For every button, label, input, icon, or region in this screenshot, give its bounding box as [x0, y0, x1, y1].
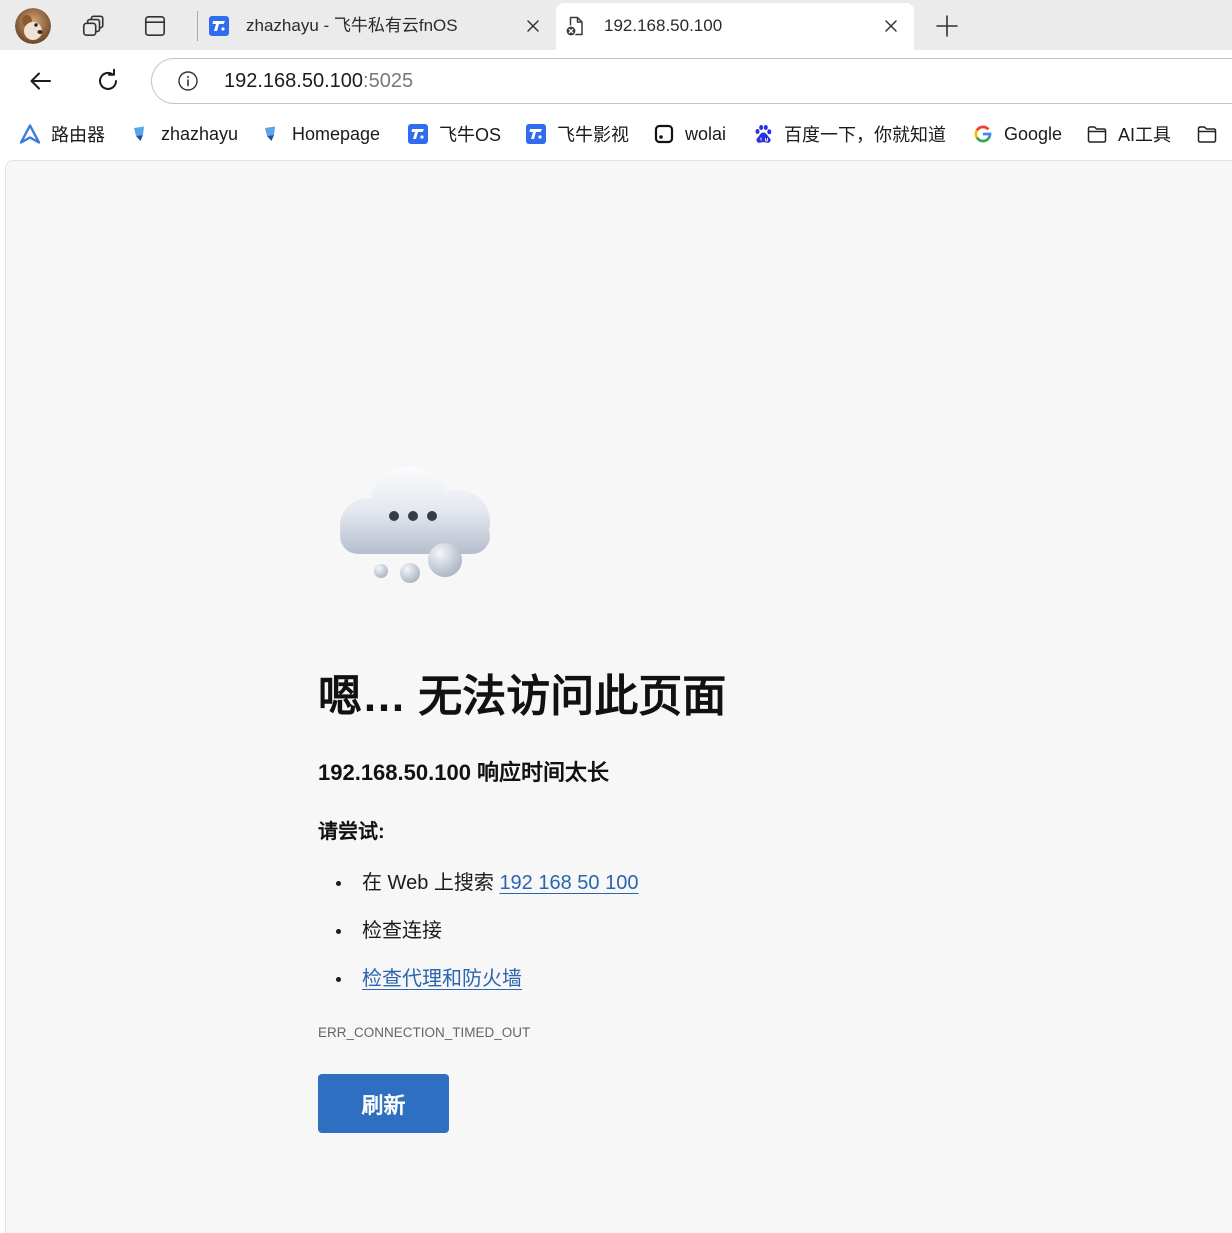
- back-button[interactable]: [27, 67, 55, 95]
- page-content: 嗯… 无法访问此页面 192.168.50.100 响应时间太长 请尝试: 在 …: [5, 160, 1232, 1233]
- bookmark-folder[interactable]: [1196, 112, 1218, 156]
- folder-icon: [1196, 123, 1218, 145]
- address-bar[interactable]: 192.168.50.100:5025: [151, 58, 1232, 104]
- plus-icon: [934, 13, 960, 39]
- bookmark-label: Google: [1004, 123, 1063, 144]
- tab-strip: zhazhayu - 飞牛私有云fnOS 192.168.50.100: [0, 0, 1232, 50]
- bookmark-zhazhayu[interactable]: zhazhayu: [129, 112, 238, 156]
- url-text[interactable]: 192.168.50.100:5025: [224, 59, 413, 103]
- bookmark-wolai[interactable]: wolai: [653, 112, 726, 156]
- router-icon: [19, 123, 41, 145]
- flag-icon: [260, 123, 282, 145]
- bookmark-label: 飞牛影视: [557, 125, 629, 145]
- close-icon[interactable]: [881, 16, 901, 36]
- suggestion-text: 在 Web 上搜索: [362, 872, 494, 894]
- error-code: ERR_CONNECTION_TIMED_OUT: [318, 1025, 531, 1040]
- list-item: 检查连接: [318, 917, 638, 945]
- tab-title: zhazhayu - 飞牛私有云fnOS: [246, 16, 458, 35]
- tab-active-192-168-50-100[interactable]: 192.168.50.100: [556, 3, 914, 50]
- error-subtitle: 192.168.50.100 响应时间太长: [318, 760, 610, 785]
- tab-actions-icon[interactable]: [142, 13, 168, 39]
- list-item: 检查代理和防火墙: [318, 965, 638, 993]
- bullet: [336, 929, 341, 934]
- bookmark-fnos-video[interactable]: 飞牛影视: [525, 112, 629, 156]
- back-arrow-icon: [27, 67, 55, 95]
- bookmark-label: 百度一下，你就知道: [784, 125, 946, 145]
- bullet: [336, 977, 341, 982]
- reload-button[interactable]: 刷新: [318, 1074, 449, 1133]
- bookmark-label: zhazhayu: [161, 123, 239, 144]
- bookmark-router[interactable]: 路由器: [19, 112, 105, 156]
- bookmark-label: wolai: [685, 123, 727, 144]
- bookmark-baidu[interactable]: 百度一下，你就知道: [752, 112, 946, 156]
- fnos-icon: [407, 123, 429, 145]
- bookmark-google[interactable]: Google: [972, 112, 1062, 156]
- tab-title: 192.168.50.100: [604, 16, 723, 35]
- bookmark-folder-ai-tools[interactable]: AI工具: [1086, 112, 1171, 156]
- new-tab-button[interactable]: [934, 13, 960, 39]
- bullet: [336, 881, 341, 886]
- list-item: 在 Web 上搜索 192 168 50 100: [318, 869, 638, 897]
- error-title: 嗯… 无法访问此页面: [318, 672, 727, 721]
- folder-icon: [1086, 123, 1108, 145]
- flag-icon: [129, 123, 151, 145]
- fnos-icon: [525, 123, 547, 145]
- fnos-icon: [208, 15, 230, 37]
- close-icon[interactable]: [523, 16, 543, 36]
- bookmark-label: AI工具: [1118, 125, 1172, 145]
- bookmark-fnos[interactable]: 飞牛OS: [407, 112, 501, 156]
- bookmark-label: 飞牛OS: [439, 125, 502, 145]
- try-label: 请尝试:: [318, 821, 385, 843]
- bookmark-label: Homepage: [292, 123, 381, 144]
- cloud-icon: [330, 460, 500, 590]
- bookmark-label: 路由器: [51, 125, 105, 145]
- search-web-link[interactable]: 192 168 50 100: [499, 872, 638, 894]
- bookmark-homepage[interactable]: Homepage: [260, 112, 380, 156]
- url-host: 192.168.50.100: [224, 70, 364, 92]
- tab-zhazhayu[interactable]: zhazhayu - 飞牛私有云fnOS: [204, 3, 554, 50]
- tab-separator: [197, 11, 198, 41]
- bookmarks-bar: 路由器 zhazhayu Homepage 飞牛OS 飞牛影视 wolai 百度…: [0, 112, 1232, 160]
- refresh-icon: [94, 67, 122, 95]
- suggestion-list: 在 Web 上搜索 192 168 50 100 检查连接 检查代理和防火墙: [318, 869, 638, 1013]
- info-icon[interactable]: [177, 70, 199, 92]
- workspaces-icon[interactable]: [80, 13, 106, 39]
- profile-avatar-icon[interactable]: [15, 8, 51, 44]
- google-icon: [972, 123, 994, 145]
- baidu-icon: [752, 123, 774, 145]
- page-error-icon: [564, 15, 586, 37]
- url-port: :5025: [363, 70, 414, 92]
- check-proxy-firewall-link[interactable]: 检查代理和防火墙: [362, 968, 522, 990]
- suggestion-text: 检查连接: [362, 920, 442, 942]
- wolai-icon: [653, 123, 675, 145]
- refresh-button[interactable]: [94, 67, 122, 95]
- toolbar: 192.168.50.100:5025: [0, 50, 1232, 112]
